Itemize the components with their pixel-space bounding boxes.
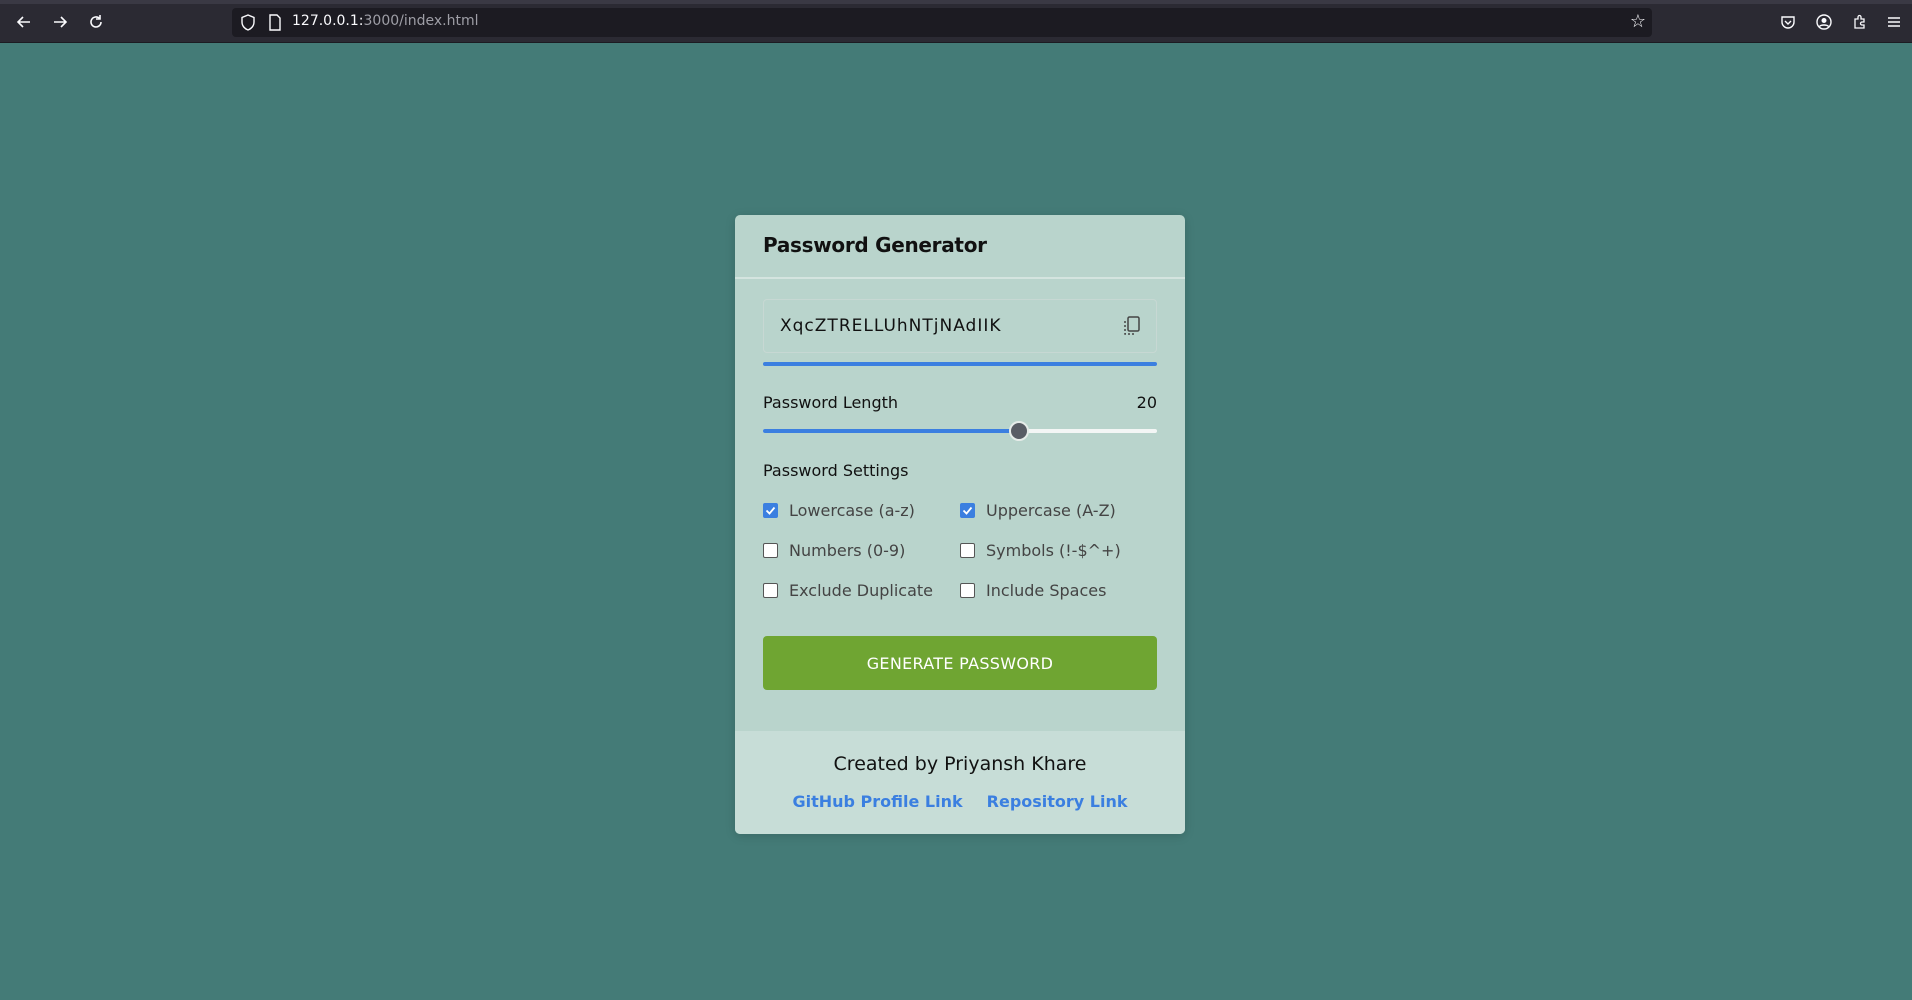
- checkbox[interactable]: [960, 502, 975, 518]
- checkbox[interactable]: [763, 502, 778, 518]
- password-strength-bar: [763, 362, 1157, 366]
- url-host: 127.0.0.1:: [292, 13, 364, 29]
- option-label: Symbols (!-$^+): [986, 540, 1121, 560]
- back-arrow-icon: [16, 16, 30, 28]
- option-lowercase[interactable]: Lowercase (a-z): [763, 499, 915, 521]
- copy-icon[interactable]: [1122, 315, 1142, 337]
- browser-toolbar: 127.0.0.1:3000/index.html ☆: [0, 0, 1912, 43]
- checkbox[interactable]: [763, 542, 778, 558]
- reload-button[interactable]: [82, 9, 110, 35]
- password-length-slider[interactable]: [763, 421, 1157, 441]
- option-exclude-duplicate[interactable]: Exclude Duplicate: [763, 579, 933, 601]
- forward-arrow-icon: [54, 16, 68, 28]
- tab-strip: [0, 0, 1912, 4]
- password-output[interactable]: XqcZTRELLUhNTjNAdIIK: [763, 299, 1157, 353]
- checkbox[interactable]: [960, 582, 975, 598]
- slider-thumb[interactable]: [1009, 421, 1030, 441]
- checkbox[interactable]: [763, 582, 778, 598]
- reload-icon: [90, 15, 102, 28]
- url-text: 127.0.0.1:3000/index.html: [292, 13, 479, 29]
- checkbox[interactable]: [960, 542, 975, 558]
- footer-links: GitHub Profile Link Repository Link: [735, 792, 1185, 811]
- shield-icon: [241, 14, 255, 31]
- github-profile-link[interactable]: GitHub Profile Link: [792, 792, 962, 811]
- check-icon: [765, 506, 776, 515]
- option-label: Include Spaces: [986, 580, 1107, 600]
- slider-fill: [763, 429, 1020, 433]
- back-button[interactable]: [10, 9, 38, 35]
- bookmark-star-icon[interactable]: ☆: [1630, 11, 1646, 32]
- option-label: Lowercase (a-z): [789, 500, 915, 520]
- password-generator-card: Password Generator XqcZTRELLUhNTjNAdIIK …: [735, 215, 1185, 834]
- check-icon: [962, 506, 973, 515]
- generate-password-button[interactable]: GENERATE PASSWORD: [763, 636, 1157, 690]
- url-path: 3000/index.html: [363, 13, 479, 29]
- footer: Created by Priyansh Khare GitHub Profile…: [735, 731, 1185, 834]
- page-icon: [269, 14, 281, 31]
- option-label: Uppercase (A-Z): [986, 500, 1116, 520]
- pocket-icon[interactable]: [1776, 10, 1800, 34]
- option-label: Exclude Duplicate: [789, 580, 933, 600]
- card-title: Password Generator: [763, 233, 987, 257]
- option-symbols[interactable]: Symbols (!-$^+): [960, 539, 1121, 561]
- password-text: XqcZTRELLUhNTjNAdIIK: [780, 316, 1002, 336]
- option-label: Numbers (0-9): [789, 540, 906, 560]
- created-by-text: Created by Priyansh Khare: [833, 753, 1087, 775]
- divider: [735, 277, 1185, 279]
- password-length-label: Password Length: [763, 393, 899, 412]
- address-bar[interactable]: 127.0.0.1:3000/index.html ☆: [232, 8, 1652, 37]
- menu-icon[interactable]: [1882, 10, 1906, 34]
- account-icon[interactable]: [1812, 10, 1836, 34]
- password-length-value: 20: [1136, 393, 1157, 412]
- option-include-spaces[interactable]: Include Spaces: [960, 579, 1106, 601]
- password-settings-label: Password Settings: [763, 461, 909, 480]
- repository-link[interactable]: Repository Link: [987, 792, 1128, 811]
- forward-button[interactable]: [46, 9, 74, 35]
- option-numbers[interactable]: Numbers (0-9): [763, 539, 905, 561]
- option-uppercase[interactable]: Uppercase (A-Z): [960, 499, 1116, 521]
- extensions-icon[interactable]: [1848, 10, 1872, 34]
